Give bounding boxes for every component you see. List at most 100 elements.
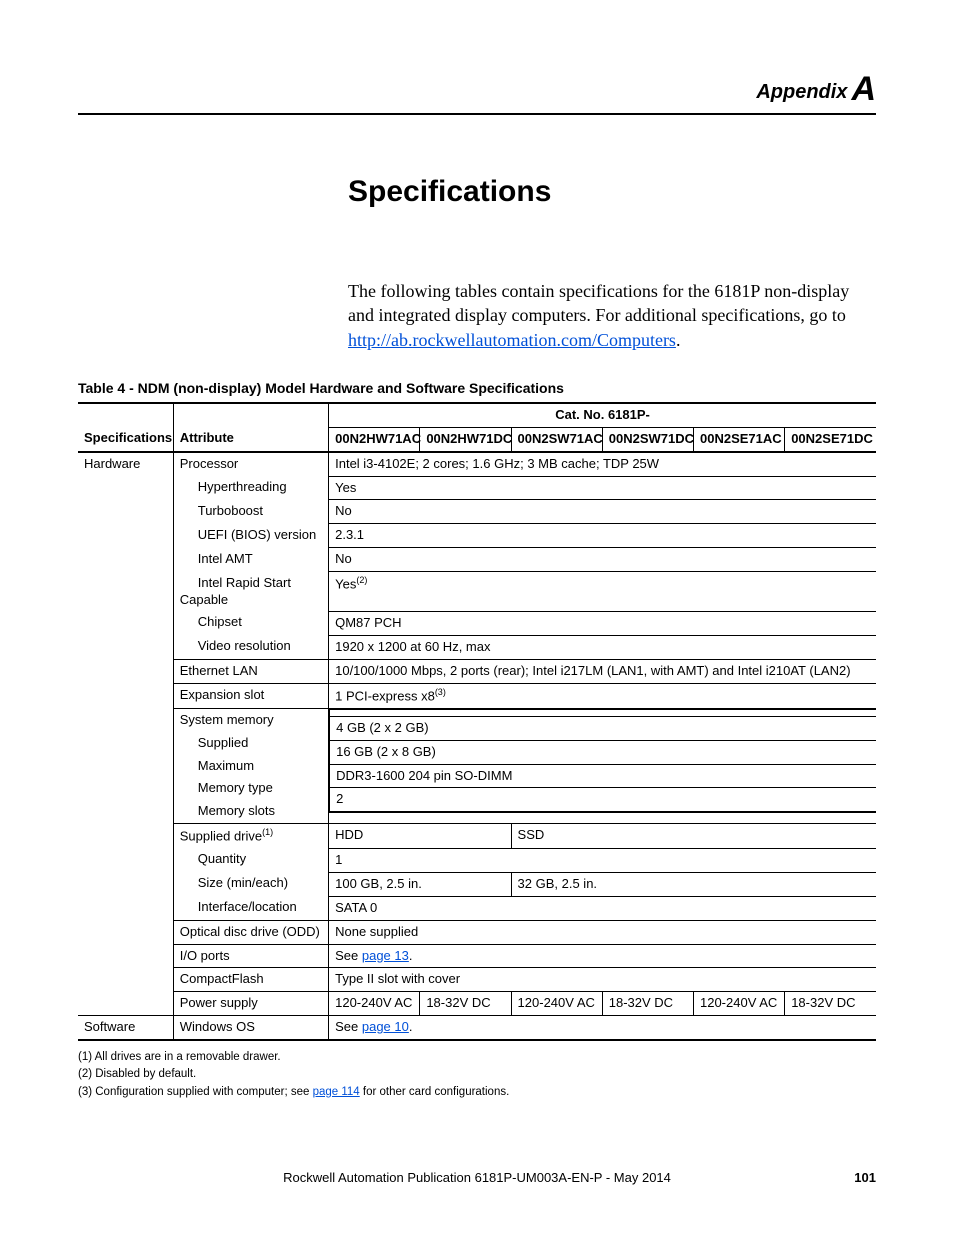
attr: Intel AMT [180, 551, 253, 566]
val: DDR3-1600 204 pin SO-DIMM [330, 764, 876, 788]
val: HDD [329, 824, 511, 849]
appendix-label: Appendix [756, 81, 847, 103]
group-hardware: Hardware [78, 452, 173, 1016]
table-row: CompactFlashType II slot with cover [78, 968, 876, 992]
val: Type II slot with cover [329, 968, 876, 992]
table-row: HyperthreadingYes [78, 476, 876, 500]
catno-header: Cat. No. 6181P- [329, 403, 876, 427]
attr: Turboboost [180, 503, 263, 518]
table-row: Intel AMT No [78, 548, 876, 572]
page-link[interactable]: page 10 [362, 1019, 409, 1034]
val: 100 GB, 2.5 in. [329, 872, 511, 896]
val: 18-32V DC [602, 992, 693, 1016]
val: 32 GB, 2.5 in. [511, 872, 876, 896]
val: SATA 0 [329, 896, 876, 920]
attr: Maximum [180, 758, 254, 773]
col-model: 00N2HW71AC [329, 427, 420, 451]
table-title: Table 4 - NDM (non-display) Model Hardwa… [78, 380, 876, 396]
table-row: Software Windows OS See page 10. [78, 1016, 876, 1040]
group-software: Software [78, 1016, 173, 1040]
table-row: Intel Rapid Start Capable Yes(2) [78, 572, 876, 612]
table-row: Quantity 1 [78, 848, 876, 872]
attr: I/O ports [173, 944, 328, 968]
val: Intel i3-4102E; 2 cores; 1.6 GHz; 3 MB c… [329, 452, 876, 476]
attr: Intel Rapid Start Capable [180, 575, 291, 607]
attr: Memory slots [180, 803, 275, 818]
val: 4 GB (2 x 2 GB) [330, 716, 876, 740]
table-row: I/O portsSee page 13. [78, 944, 876, 968]
attr: Processor [173, 452, 328, 476]
val: 120-240V AC [693, 992, 784, 1016]
col-model: 00N2SW71AC [511, 427, 602, 451]
table-row: Turboboost No [78, 500, 876, 524]
intro-text: The following tables contain specificati… [348, 281, 849, 325]
page-link[interactable]: page 13 [362, 948, 409, 963]
attr: Size (min/each) [180, 875, 288, 890]
val: Yes [335, 576, 356, 591]
val: SSD [511, 824, 876, 849]
col-attribute: Attribute [173, 427, 328, 451]
val: 1920 x 1200 at 60 Hz, max [329, 635, 876, 659]
table-row: Chipset QM87 PCH [78, 611, 876, 635]
table-row: Interface/location SATA 0 [78, 896, 876, 920]
table-row: Optical disc drive (ODD)None supplied [78, 920, 876, 944]
table-row: UEFI (BIOS) version 2.3.1 [78, 524, 876, 548]
footnote-ref: (2) [356, 575, 367, 585]
attr: Supplied [180, 735, 249, 750]
table-row: Video resolution 1920 x 1200 at 60 Hz, ma… [78, 635, 876, 659]
val: 16 GB (2 x 8 GB) [330, 740, 876, 764]
intro-paragraph: The following tables contain specificati… [348, 279, 876, 352]
attr: Hyperthreading [180, 479, 287, 494]
val: 1 [329, 848, 876, 872]
attr: UEFI (BIOS) version [180, 527, 316, 542]
attr: System memory [173, 708, 328, 731]
table-row: Size (min/each) 100 GB, 2.5 in.32 GB, 2.5… [78, 872, 876, 896]
appendix-letter: A [851, 70, 876, 108]
table-row: Power supply 120-240V AC 18-32V DC 120-2… [78, 992, 876, 1016]
footnote: (2) Disabled by default. [78, 1066, 876, 1083]
intro-link[interactable]: http://ab.rockwellautomation.com/Compute… [348, 330, 676, 350]
val: 120-240V AC [329, 992, 420, 1016]
val: 2 [330, 788, 876, 812]
val: None supplied [329, 920, 876, 944]
attr: Power supply [173, 992, 328, 1016]
val: 18-32V DC [420, 992, 511, 1016]
page-link[interactable]: page 114 [313, 1086, 360, 1098]
table-row: Supplied drive(1) HDD SSD [78, 824, 876, 849]
val: 1 PCI-express x8 [335, 688, 435, 703]
attr: Interface/location [180, 899, 297, 914]
val: 10/100/1000 Mbps, 2 ports (rear); Intel … [329, 659, 876, 683]
footnote-ref: (3) [435, 687, 446, 697]
intro-post: . [676, 330, 681, 350]
attr: Windows OS [173, 1016, 328, 1040]
footnotes: (1) All drives are in a removable drawer… [78, 1049, 876, 1101]
col-model: 00N2HW71DC [420, 427, 511, 451]
attr: Supplied drive [180, 829, 262, 844]
attr: Chipset [180, 614, 242, 629]
col-model: 00N2SE71AC [693, 427, 784, 451]
spec-table: Cat. No. 6181P- Specifications Attribute… [78, 402, 876, 1041]
attr: Video resolution [180, 638, 291, 653]
val: No [329, 548, 876, 572]
col-model: 00N2SW71DC [602, 427, 693, 451]
footnote: (1) All drives are in a removable drawer… [78, 1049, 876, 1066]
table-row: System memory 4 GB (2 x 2 GB) 16 GB (2 x… [78, 708, 876, 731]
attr: Optical disc drive (ODD) [173, 920, 328, 944]
attr: Quantity [180, 851, 246, 866]
col-specifications: Specifications [78, 427, 173, 451]
val: No [329, 500, 876, 524]
page-number: 101 [854, 1170, 876, 1185]
val: 120-240V AC [511, 992, 602, 1016]
page-title: Specifications [348, 175, 876, 209]
table-row: Expansion slot 1 PCI-express x8(3) [78, 683, 876, 708]
col-model: 00N2SE71DC [785, 427, 876, 451]
attr: Memory type [180, 780, 273, 795]
table-row: Ethernet LAN10/100/1000 Mbps, 2 ports (r… [78, 659, 876, 683]
footer-text: Rockwell Automation Publication 6181P-UM… [0, 1170, 954, 1185]
val: 2.3.1 [329, 524, 876, 548]
attr: CompactFlash [173, 968, 328, 992]
appendix-header: AppendixA [78, 70, 876, 115]
attr: Expansion slot [173, 683, 328, 708]
attr: Ethernet LAN [173, 659, 328, 683]
val: QM87 PCH [329, 611, 876, 635]
